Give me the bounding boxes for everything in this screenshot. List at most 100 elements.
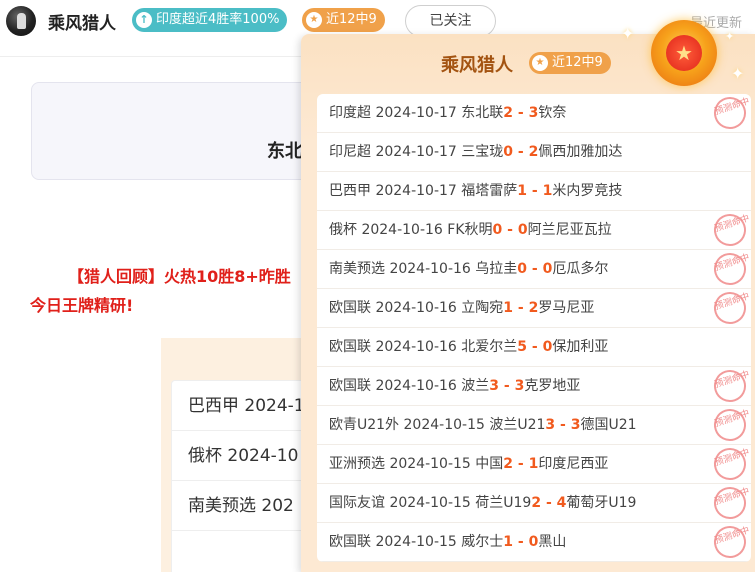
win-rate-badge: ↑ 印度超近4胜率100%	[132, 8, 288, 32]
avatar[interactable]	[6, 6, 36, 36]
match-date: 2024-10-15	[403, 417, 485, 433]
match-date: 2024-10-16	[375, 378, 457, 394]
prediction-hit-stamp: 预测命中	[709, 209, 751, 251]
home-score: 2	[531, 495, 542, 511]
match-row[interactable]: 国际友谊 2024-10-15 荷兰U192 - 4葡萄牙U19 预测命中	[317, 482, 751, 524]
prediction-hit-stamp: 预测命中	[709, 94, 751, 134]
match-league: 欧国联	[329, 378, 371, 394]
away-team: 厄瓜多尔	[552, 261, 609, 277]
win-rate-text: 印度超近4胜率100%	[156, 12, 280, 27]
author-name[interactable]: 乘风猎人	[48, 9, 116, 34]
away-team: 钦奈	[538, 105, 567, 121]
match-row[interactable]: 欧国联 2024-10-16 北爱尔兰5 - 0保加利亚	[317, 328, 751, 367]
match-league: 俄杯	[329, 222, 357, 238]
prediction-hit-stamp: 预测命中	[709, 287, 751, 329]
match-date: 2024-10-17	[375, 183, 457, 199]
match-league: 欧青U21外	[329, 417, 400, 433]
home-score: 2	[503, 456, 514, 472]
away-score: 0	[528, 534, 539, 550]
intro-line-2: 今日王牌精研!	[30, 296, 134, 315]
home-team: 立陶宛	[461, 300, 504, 316]
star-icon: ★	[306, 12, 322, 28]
match-date: 2024-10-16	[375, 339, 457, 355]
away-score: 2	[528, 300, 539, 316]
match-date: 2024-10-16	[389, 261, 471, 277]
match-date: 2024-10-15	[389, 495, 471, 511]
match-date: 2024-10-17	[375, 105, 457, 121]
match-league: 亚洲预选	[329, 456, 385, 472]
away-team: 阿兰尼亚瓦拉	[527, 222, 612, 238]
away-team: 德国U21	[580, 417, 637, 433]
prediction-hit-stamp: 预测命中	[709, 443, 751, 485]
match-row[interactable]: 南美预选 2024-10-16 乌拉圭0 - 0厄瓜多尔 预测命中	[317, 248, 751, 290]
away-score: 4	[556, 495, 567, 511]
home-team: 威尔士	[461, 534, 504, 550]
match-title: 东北	[267, 141, 303, 162]
follow-button[interactable]: 已关注	[405, 5, 496, 37]
match-date: 2024-10-16	[375, 300, 457, 316]
streak-badge[interactable]: ★ 近12中9	[302, 8, 385, 32]
match-league: 巴西甲	[329, 183, 371, 199]
match-row[interactable]: 巴西甲 2024-10-17 福塔雷萨1 - 1米内罗竞技	[317, 172, 751, 211]
away-team: 保加利亚	[552, 339, 609, 355]
home-team: 三宝珑	[461, 144, 504, 160]
match-date: 2024-10-15	[389, 456, 471, 472]
popup-streak-badge: ★ 近12中9	[529, 52, 611, 74]
score-separator: -	[541, 495, 557, 511]
star-icon: ★	[532, 55, 548, 71]
page: 乘风猎人 ↑ 印度超近4胜率100% ★ 近12中9 已关注 最近更新 东北 【…	[0, 0, 755, 572]
away-score: 3	[514, 378, 525, 394]
home-score: 1	[517, 183, 528, 199]
away-score: 0	[542, 261, 553, 277]
match-date: 2024-10-17	[375, 144, 457, 160]
prediction-hit-stamp: 预测命中	[709, 404, 751, 446]
home-team: 荷兰U19	[475, 495, 532, 511]
home-team: 北爱尔兰	[461, 339, 518, 355]
away-team: 米内罗竞技	[552, 183, 623, 199]
match-league: 印度超	[329, 105, 371, 121]
away-score: 2	[528, 144, 539, 160]
home-score: 0	[503, 144, 514, 160]
match-row[interactable]: 印度超 2024-10-17 东北联2 - 3钦奈 预测命中	[317, 94, 751, 134]
match-league: 南美预选	[329, 261, 385, 277]
match-league: 国际友谊	[329, 495, 385, 511]
intro-line-1: 【猎人回顾】火热10胜8+昨胜	[68, 267, 291, 286]
home-score: 2	[503, 105, 514, 121]
home-team: 东北联	[461, 105, 504, 121]
match-row[interactable]: 欧国联 2024-10-16 波兰3 - 3克罗地亚 预测命中	[317, 365, 751, 407]
score-separator: -	[527, 339, 543, 355]
home-score: 1	[503, 534, 514, 550]
away-score: 1	[542, 183, 553, 199]
match-row[interactable]: 俄杯 2024-10-16 FK秋明0 - 0阿兰尼亚瓦拉 预测命中	[317, 209, 751, 251]
score-separator: -	[527, 261, 543, 277]
home-team: 波兰	[461, 378, 490, 394]
match-league: 欧国联	[329, 534, 371, 550]
match-row[interactable]: 欧青U21外 2024-10-15 波兰U213 - 3德国U21 预测命中	[317, 404, 751, 446]
match-row[interactable]: 欧国联 2024-10-16 立陶宛1 - 2罗马尼亚 预测命中	[317, 287, 751, 329]
medal-core: ★	[666, 35, 702, 71]
sparkle-icon: ✦	[731, 64, 745, 83]
medal-star-icon: ★	[651, 20, 717, 86]
home-team: FK秋明	[447, 222, 493, 238]
score-separator: -	[502, 222, 518, 238]
match-row[interactable]: 欧国联 2024-10-15 威尔士1 - 0黑山 预测命中	[317, 521, 751, 562]
match-row[interactable]: 亚洲预选 2024-10-15 中国2 - 1印度尼西亚 预测命中	[317, 443, 751, 485]
away-team: 佩西加雅加达	[538, 144, 623, 160]
prediction-hit-stamp: 预测命中	[709, 365, 751, 407]
prediction-hit-stamp: 预测命中	[709, 248, 751, 290]
away-team: 葡萄牙U19	[566, 495, 637, 511]
score-separator: -	[513, 105, 529, 121]
home-score: 3	[545, 417, 556, 433]
score-separator: -	[499, 378, 515, 394]
popup-title: 乘风猎人	[441, 55, 513, 76]
home-team: 福塔雷萨	[461, 183, 518, 199]
home-team: 波兰U21	[489, 417, 546, 433]
score-separator: -	[555, 417, 571, 433]
home-score: 5	[517, 339, 528, 355]
avatar-figure	[17, 13, 26, 29]
match-row[interactable]: 印尼超 2024-10-17 三宝珑0 - 2佩西加雅加达	[317, 133, 751, 172]
score-separator: -	[513, 300, 529, 316]
score-separator: -	[527, 183, 543, 199]
away-team: 罗马尼亚	[538, 300, 595, 316]
prediction-hit-stamp: 预测命中	[709, 482, 751, 524]
